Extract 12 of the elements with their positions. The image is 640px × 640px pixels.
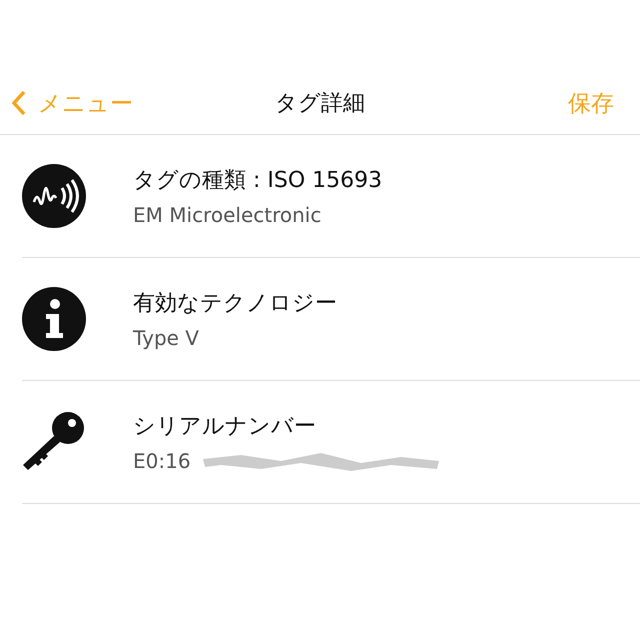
- row-title: タグの種類 : ISO 15693: [133, 167, 382, 195]
- row-title: シリアルナンバー: [133, 413, 317, 441]
- row-title: 有効なテクノロジー: [133, 290, 337, 318]
- nfc-icon: [22, 164, 86, 228]
- screen-title: タグ詳細: [275, 91, 365, 116]
- save-button[interactable]: 保存: [568, 88, 614, 118]
- back-chevron-icon: [12, 90, 26, 116]
- back-button[interactable]: メニュー: [12, 88, 133, 118]
- row-subtitle: E0:16: [133, 449, 191, 473]
- row-subtitle: Type V: [133, 326, 199, 350]
- row-subtitle: EM Microelectronic: [133, 203, 322, 227]
- info-icon: [22, 287, 86, 351]
